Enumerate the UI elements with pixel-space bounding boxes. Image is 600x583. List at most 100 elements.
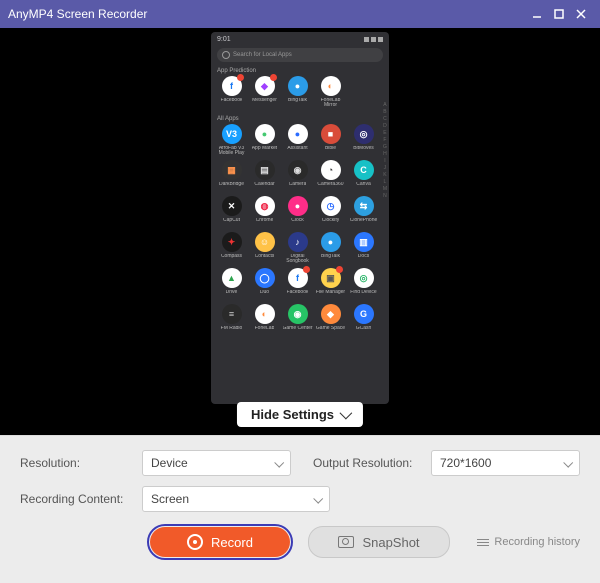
- app-label: FoneLab: [255, 326, 275, 336]
- app-icon: ■: [321, 124, 341, 144]
- recording-content-select[interactable]: Screen: [142, 486, 330, 512]
- app-icon: ◔: [321, 160, 341, 180]
- app-icon: ◎: [354, 124, 374, 144]
- maximize-button[interactable]: [548, 3, 570, 25]
- resolution-label: Resolution:: [20, 456, 132, 470]
- app-label: Compass: [221, 254, 242, 264]
- app-label: Camera360: [317, 182, 343, 192]
- app-item: ◐ FoneLab: [248, 304, 281, 336]
- app-label: Find Device: [350, 290, 376, 300]
- app-item: ◔ Camera360: [314, 160, 347, 192]
- app-icon: ▲: [222, 268, 242, 288]
- app-icon: ◉: [288, 304, 308, 324]
- app-icon: ▤: [255, 160, 275, 180]
- app-label: Bible: [325, 146, 336, 156]
- app-item: ◷Clockify: [314, 196, 347, 228]
- app-label: Docs: [358, 254, 369, 264]
- record-button[interactable]: Record: [150, 527, 290, 557]
- app-label: Drive: [226, 290, 238, 300]
- app-item: ◉Camera: [281, 160, 314, 192]
- notification-badge: [336, 266, 343, 273]
- action-row: Record SnapShot Recording history: [20, 526, 580, 558]
- app-item: ▣File Manager: [314, 268, 347, 300]
- app-label: GCash: [356, 326, 372, 336]
- phone-status-bar: 9:01: [211, 32, 389, 46]
- snapshot-button[interactable]: SnapShot: [308, 526, 450, 558]
- app-icon: f: [288, 268, 308, 288]
- app-icon: ◍: [255, 196, 275, 216]
- app-icon: ▦: [222, 160, 242, 180]
- app-item: V3AfroFab V3 Mobile Play: [215, 124, 248, 156]
- chevron-down-icon: [563, 457, 573, 467]
- app-label: BingTalk: [288, 98, 307, 108]
- minimize-button[interactable]: [526, 3, 548, 25]
- app-icon: ●: [288, 76, 308, 96]
- app-icon: ◉: [288, 160, 308, 180]
- app-icon: ▥: [354, 232, 374, 252]
- record-icon: [187, 534, 203, 550]
- app-icon: ●: [255, 124, 275, 144]
- app-icon: ●: [321, 232, 341, 252]
- app-label: Chrome: [256, 218, 274, 228]
- app-item: ◍ Chrome: [248, 196, 281, 228]
- app-label: File Manager: [316, 290, 345, 300]
- app-icon: ⇆: [354, 196, 374, 216]
- app-icon: ●: [288, 124, 308, 144]
- app-item: ✕CapCut: [215, 196, 248, 228]
- app-label: Contacts: [255, 254, 275, 264]
- app-label: Digital Songbook: [283, 254, 313, 264]
- app-label: Clockify: [322, 218, 340, 228]
- search-icon: [222, 51, 230, 59]
- all-apps-grid: V3AfroFab V3 Mobile Play ● App Market ● Assi…: [211, 124, 389, 340]
- app-label: Game Center: [283, 326, 313, 336]
- app-icon: G: [354, 304, 374, 324]
- app-item: G GCash: [347, 304, 380, 336]
- alpha-index: A B C D E F G H I J K L M N: [383, 102, 387, 200]
- close-button[interactable]: [570, 3, 592, 25]
- chevron-down-icon: [340, 407, 353, 420]
- notification-badge: [270, 74, 277, 81]
- app-label: FM Radio: [221, 326, 243, 336]
- app-item: ●Clock: [281, 196, 314, 228]
- app-icon: ☺: [255, 232, 275, 252]
- notification-badge: [303, 266, 310, 273]
- preview-area: 9:01 Search for Local Apps App Predictio…: [0, 28, 600, 435]
- app-icon: ◎: [354, 268, 374, 288]
- app-item: ◆ Game Space: [314, 304, 347, 336]
- app-label: Game Space: [316, 326, 345, 336]
- app-item: ● App Market: [248, 124, 281, 156]
- status-icons: [364, 37, 383, 42]
- app-icon: ◆: [321, 304, 341, 324]
- app-window: AnyMP4 Screen Recorder 9:01 Search for L…: [0, 0, 600, 583]
- recording-content-label: Recording Content:: [20, 492, 132, 506]
- app-label: BingTalk: [321, 254, 340, 264]
- app-item: ◎BitMoves: [347, 124, 380, 156]
- chevron-down-icon: [274, 457, 284, 467]
- recording-history-link[interactable]: Recording history: [477, 536, 580, 548]
- app-item: f Facebook: [281, 268, 314, 300]
- app-item: ◆Messenger: [248, 76, 281, 108]
- app-icon: ●: [288, 196, 308, 216]
- chevron-down-icon: [313, 493, 323, 503]
- settings-row-2: Recording Content: Screen: [20, 486, 580, 512]
- app-icon: f: [222, 76, 242, 96]
- resolution-select[interactable]: Device: [142, 450, 291, 476]
- app-icon: ≡: [222, 304, 242, 324]
- hide-settings-button[interactable]: Hide Settings: [237, 402, 363, 427]
- app-label: App Market: [252, 146, 278, 156]
- app-title: AnyMP4 Screen Recorder: [8, 7, 526, 21]
- app-item: ≡ FM Radio: [215, 304, 248, 336]
- app-item: ♪ Digital Songbook: [281, 232, 314, 264]
- title-bar: AnyMP4 Screen Recorder: [0, 0, 600, 28]
- app-item: ✦Compass: [215, 232, 248, 264]
- app-icon: ♪: [288, 232, 308, 252]
- output-resolution-label: Output Resolution:: [313, 456, 421, 470]
- output-resolution-select[interactable]: 720*1600: [431, 450, 580, 476]
- app-label: FoneLab Mirror: [316, 98, 346, 108]
- app-label: AfroFab V3 Mobile Play: [217, 146, 247, 156]
- app-label: Facebook: [287, 290, 309, 300]
- app-icon: ✕: [222, 196, 242, 216]
- search-placeholder: Search for Local Apps: [233, 52, 292, 58]
- app-label: Assistant: [287, 146, 307, 156]
- app-icon: ◐: [255, 304, 275, 324]
